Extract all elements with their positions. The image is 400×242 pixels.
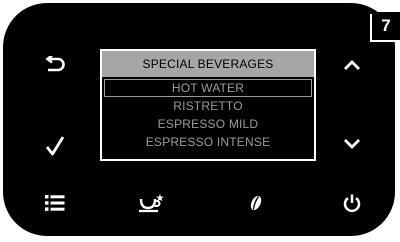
cup-star-icon <box>139 193 165 213</box>
menu-item-hot-water[interactable]: HOT WATER <box>104 79 312 97</box>
menu-item-espresso-mild[interactable]: ESPRESSO MILD <box>104 115 312 133</box>
coffee-bean-button[interactable] <box>241 188 271 218</box>
power-button[interactable] <box>337 188 367 218</box>
confirm-button[interactable] <box>40 131 70 161</box>
coffee-bean-icon <box>249 194 263 212</box>
chevron-down-icon <box>343 138 361 150</box>
checkmark-icon <box>45 135 65 157</box>
control-panel: SPECIAL BEVERAGES HOT WATER RISTRETTO ES… <box>3 3 395 236</box>
chevron-up-icon <box>343 59 361 71</box>
screen-header: SPECIAL BEVERAGES <box>102 51 314 77</box>
beverage-menu-list: HOT WATER RISTRETTO ESPRESSO MILD ESPRES… <box>102 77 314 151</box>
power-icon <box>343 194 361 212</box>
scroll-down-button[interactable] <box>337 129 367 159</box>
display-screen: SPECIAL BEVERAGES HOT WATER RISTRETTO ES… <box>100 49 316 161</box>
scroll-up-button[interactable] <box>337 50 367 80</box>
favorite-cup-button[interactable] <box>137 188 167 218</box>
list-icon <box>45 195 65 211</box>
menu-list-button[interactable] <box>40 188 70 218</box>
menu-item-ristretto[interactable]: RISTRETTO <box>104 97 312 115</box>
coffee-machine-stage: 7 SPECIAL BEVERAGES HOT WATER RISTRETTO … <box>0 0 400 242</box>
step-number-badge: 7 <box>372 12 400 40</box>
menu-item-espresso-intense[interactable]: ESPRESSO INTENSE <box>104 133 312 151</box>
back-arrow-icon <box>44 56 66 74</box>
back-button[interactable] <box>40 50 70 80</box>
